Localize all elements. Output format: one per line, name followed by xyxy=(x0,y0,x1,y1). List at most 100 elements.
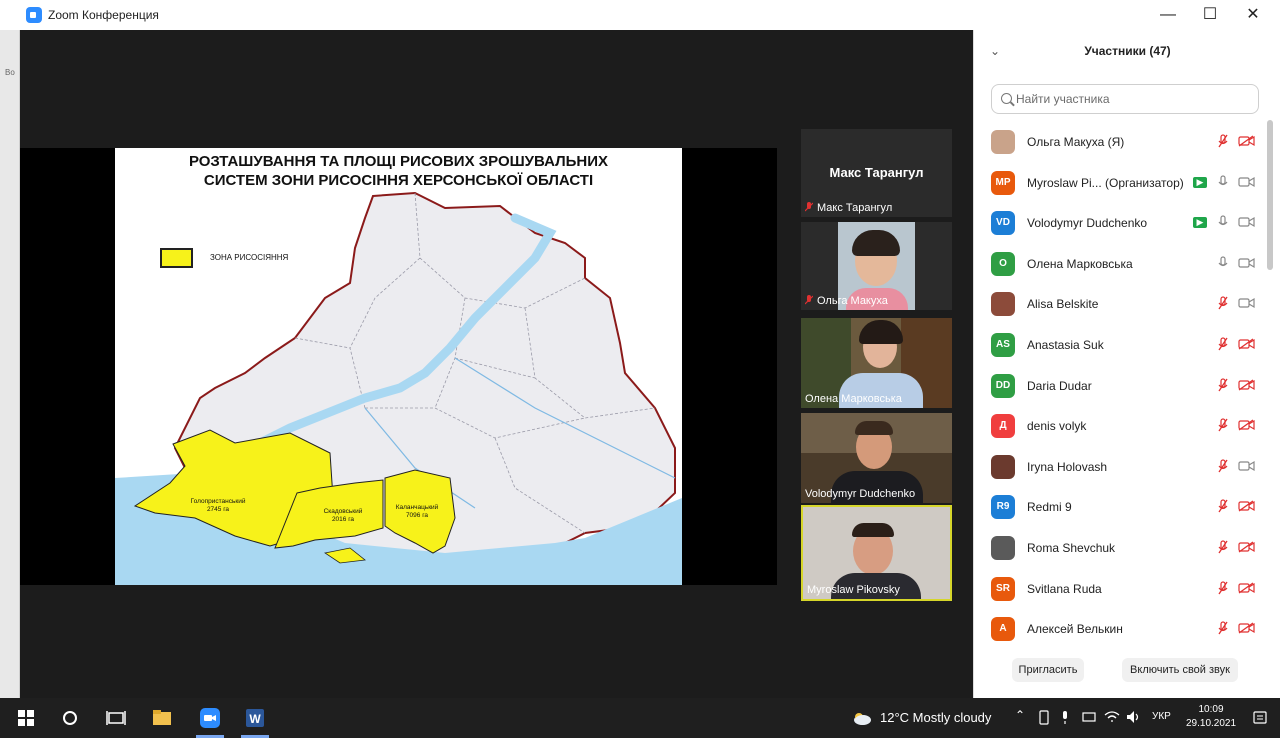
zone-name: Скадовський xyxy=(323,508,363,515)
tile-name: Олена Марковська xyxy=(805,393,902,405)
clock-date: 29.10.2021 xyxy=(1186,718,1237,729)
participants-panel: ⌄ Участники (47) Ольга Макуха (Я)MPMyros… xyxy=(973,30,1280,698)
zone-area: 7096 га xyxy=(405,512,429,519)
participant-name: Alisa Belskite xyxy=(1027,297,1099,312)
camera-icon[interactable] xyxy=(1238,460,1255,472)
tile-display-name: Макс Тарангул xyxy=(829,165,924,180)
tile-name: Volodymyr Dudchenko xyxy=(805,488,916,500)
search-input[interactable] xyxy=(1016,90,1246,108)
participant-row[interactable]: R9 Redmi 9 xyxy=(974,487,1264,528)
taskbar: W 12°C Mostly cloudy ⌃ УКР 10:09 29.10.2… xyxy=(0,698,1280,738)
notifications-icon[interactable] xyxy=(1252,710,1268,726)
network-icon[interactable] xyxy=(1082,710,1096,724)
video-tile-maks[interactable]: Макс Тарангул Макс Тарангул xyxy=(801,129,952,217)
weather-text[interactable]: 12°C Mostly cloudy xyxy=(880,710,991,725)
participant-name: Anastasia Suk xyxy=(1027,337,1104,352)
svg-text:W: W xyxy=(249,712,261,726)
participant-row[interactable]: Дdenis volyk xyxy=(974,406,1264,447)
camera-off-icon[interactable] xyxy=(1238,419,1255,431)
mic-muted-icon[interactable] xyxy=(1218,621,1228,635)
avatar xyxy=(991,130,1015,154)
avatar: A xyxy=(991,617,1015,642)
mic-muted-icon[interactable] xyxy=(1218,296,1228,310)
mic-muted-icon[interactable] xyxy=(1218,540,1228,554)
mic-muted-icon[interactable] xyxy=(1218,580,1228,595)
participant-row[interactable]: Alisa Belskite xyxy=(974,284,1264,325)
chevron-up-icon[interactable]: ⌃ xyxy=(1015,708,1025,722)
invite-button[interactable]: Пригласить xyxy=(1012,658,1084,682)
participant-row[interactable]: Ольга Макуха (Я) xyxy=(974,122,1264,163)
tile-name-text: Ольга Макуха xyxy=(817,295,888,307)
mic-muted-icon[interactable] xyxy=(1218,418,1228,432)
camera-icon[interactable] xyxy=(1238,297,1255,309)
tile-name: Ольга Макуха xyxy=(805,295,888,307)
participant-row[interactable]: MP Myroslaw Pi... (Организатор) ▶ xyxy=(974,163,1264,204)
hair-shape xyxy=(859,320,903,344)
camera-off-icon[interactable] xyxy=(1238,541,1255,553)
participant-name: Myroslaw Pi... (Организатор) xyxy=(1027,175,1184,190)
file-explorer-icon[interactable] xyxy=(150,706,174,730)
participant-name: denis volyk xyxy=(1027,419,1087,434)
avatar: O xyxy=(991,251,1015,276)
camera-off-icon[interactable] xyxy=(1238,379,1255,391)
video-tile-volodymyr[interactable]: Volodymyr Dudchenko xyxy=(801,413,952,503)
windows-start-icon[interactable] xyxy=(14,706,38,730)
avatar: R9 xyxy=(991,495,1015,520)
minimize-button[interactable]: — xyxy=(1156,4,1180,26)
volume-icon[interactable] xyxy=(1126,710,1142,724)
participant-search[interactable] xyxy=(991,84,1259,114)
zoom-window: Zoom Конференция — ☐ ✕ Bo РОЗТАШУВАННЯ Т… xyxy=(0,0,1280,698)
participant-row[interactable]: Roma Shevchuk xyxy=(974,528,1264,569)
video-share-badge-icon: ▶ xyxy=(1193,217,1207,229)
wifi-icon[interactable] xyxy=(1104,710,1120,724)
video-tile-myroslaw[interactable]: Myroslaw Pikovsky xyxy=(801,505,952,601)
mic-icon[interactable] xyxy=(1218,174,1228,189)
avatar: SR xyxy=(991,576,1015,601)
participant-row[interactable]: A Алексей Велькин xyxy=(974,609,1264,650)
mic-muted-icon xyxy=(805,295,813,305)
camera-off-icon[interactable] xyxy=(1238,582,1255,594)
maximize-button[interactable]: ☐ xyxy=(1198,4,1222,26)
zoom-app-icon[interactable] xyxy=(198,706,222,730)
camera-icon[interactable] xyxy=(1238,216,1255,228)
mic-muted-icon[interactable] xyxy=(1218,499,1228,513)
camera-icon[interactable] xyxy=(1238,176,1255,188)
cloud-weather-icon[interactable] xyxy=(852,710,872,726)
participant-row[interactable]: O Олена Марковська xyxy=(974,244,1264,285)
video-tile-olha[interactable]: Ольга Макуха xyxy=(801,222,952,310)
mic-muted-icon[interactable] xyxy=(1218,459,1228,473)
camera-icon[interactable] xyxy=(1238,257,1255,269)
camera-off-icon[interactable] xyxy=(1238,135,1255,147)
mic-muted-icon[interactable] xyxy=(1218,134,1228,148)
unmute-self-button[interactable]: Включить свой звук xyxy=(1122,658,1238,682)
word-app-icon[interactable]: W xyxy=(243,706,267,730)
camera-off-icon[interactable] xyxy=(1238,500,1255,512)
participant-name: Олена Марковська xyxy=(1027,256,1133,271)
avatar xyxy=(991,535,1015,560)
participant-name: Volodymyr Dudchenko xyxy=(1027,216,1148,231)
camera-off-icon[interactable] xyxy=(1238,338,1255,350)
task-view-icon[interactable] xyxy=(104,706,128,730)
participant-row[interactable]: DD Daria Dudar xyxy=(974,366,1264,407)
mic-muted-icon[interactable] xyxy=(1218,337,1228,351)
search-icon[interactable] xyxy=(58,706,82,730)
avatar: VD xyxy=(991,211,1015,236)
input-language[interactable]: УКР xyxy=(1152,711,1171,722)
participant-name: Roma Shevchuk xyxy=(1027,540,1116,555)
mic-icon[interactable] xyxy=(1218,256,1228,270)
mic-icon[interactable] xyxy=(1218,215,1228,229)
clock[interactable]: 10:09 29.10.2021 xyxy=(1186,703,1236,731)
camera-off-icon[interactable] xyxy=(1238,622,1255,634)
device-icon[interactable] xyxy=(1038,710,1050,725)
participant-row[interactable]: AS Anastasia Suk xyxy=(974,325,1264,366)
participant-row[interactable]: Iryna Holovash xyxy=(974,447,1264,488)
participant-row[interactable]: VD Volodymyr Dudchenko ▶ xyxy=(974,203,1264,244)
microphone-icon[interactable] xyxy=(1060,710,1070,725)
mic-muted-icon[interactable] xyxy=(1218,377,1228,392)
video-tile-olena[interactable]: Олена Марковська xyxy=(801,318,952,408)
tile-name: Myroslaw Pikovsky xyxy=(807,584,900,596)
scrollbar[interactable] xyxy=(1267,120,1273,270)
close-button[interactable]: ✕ xyxy=(1241,4,1265,26)
avatar: AS xyxy=(991,332,1015,357)
participant-row[interactable]: SR Svitlana Ruda xyxy=(974,569,1264,610)
